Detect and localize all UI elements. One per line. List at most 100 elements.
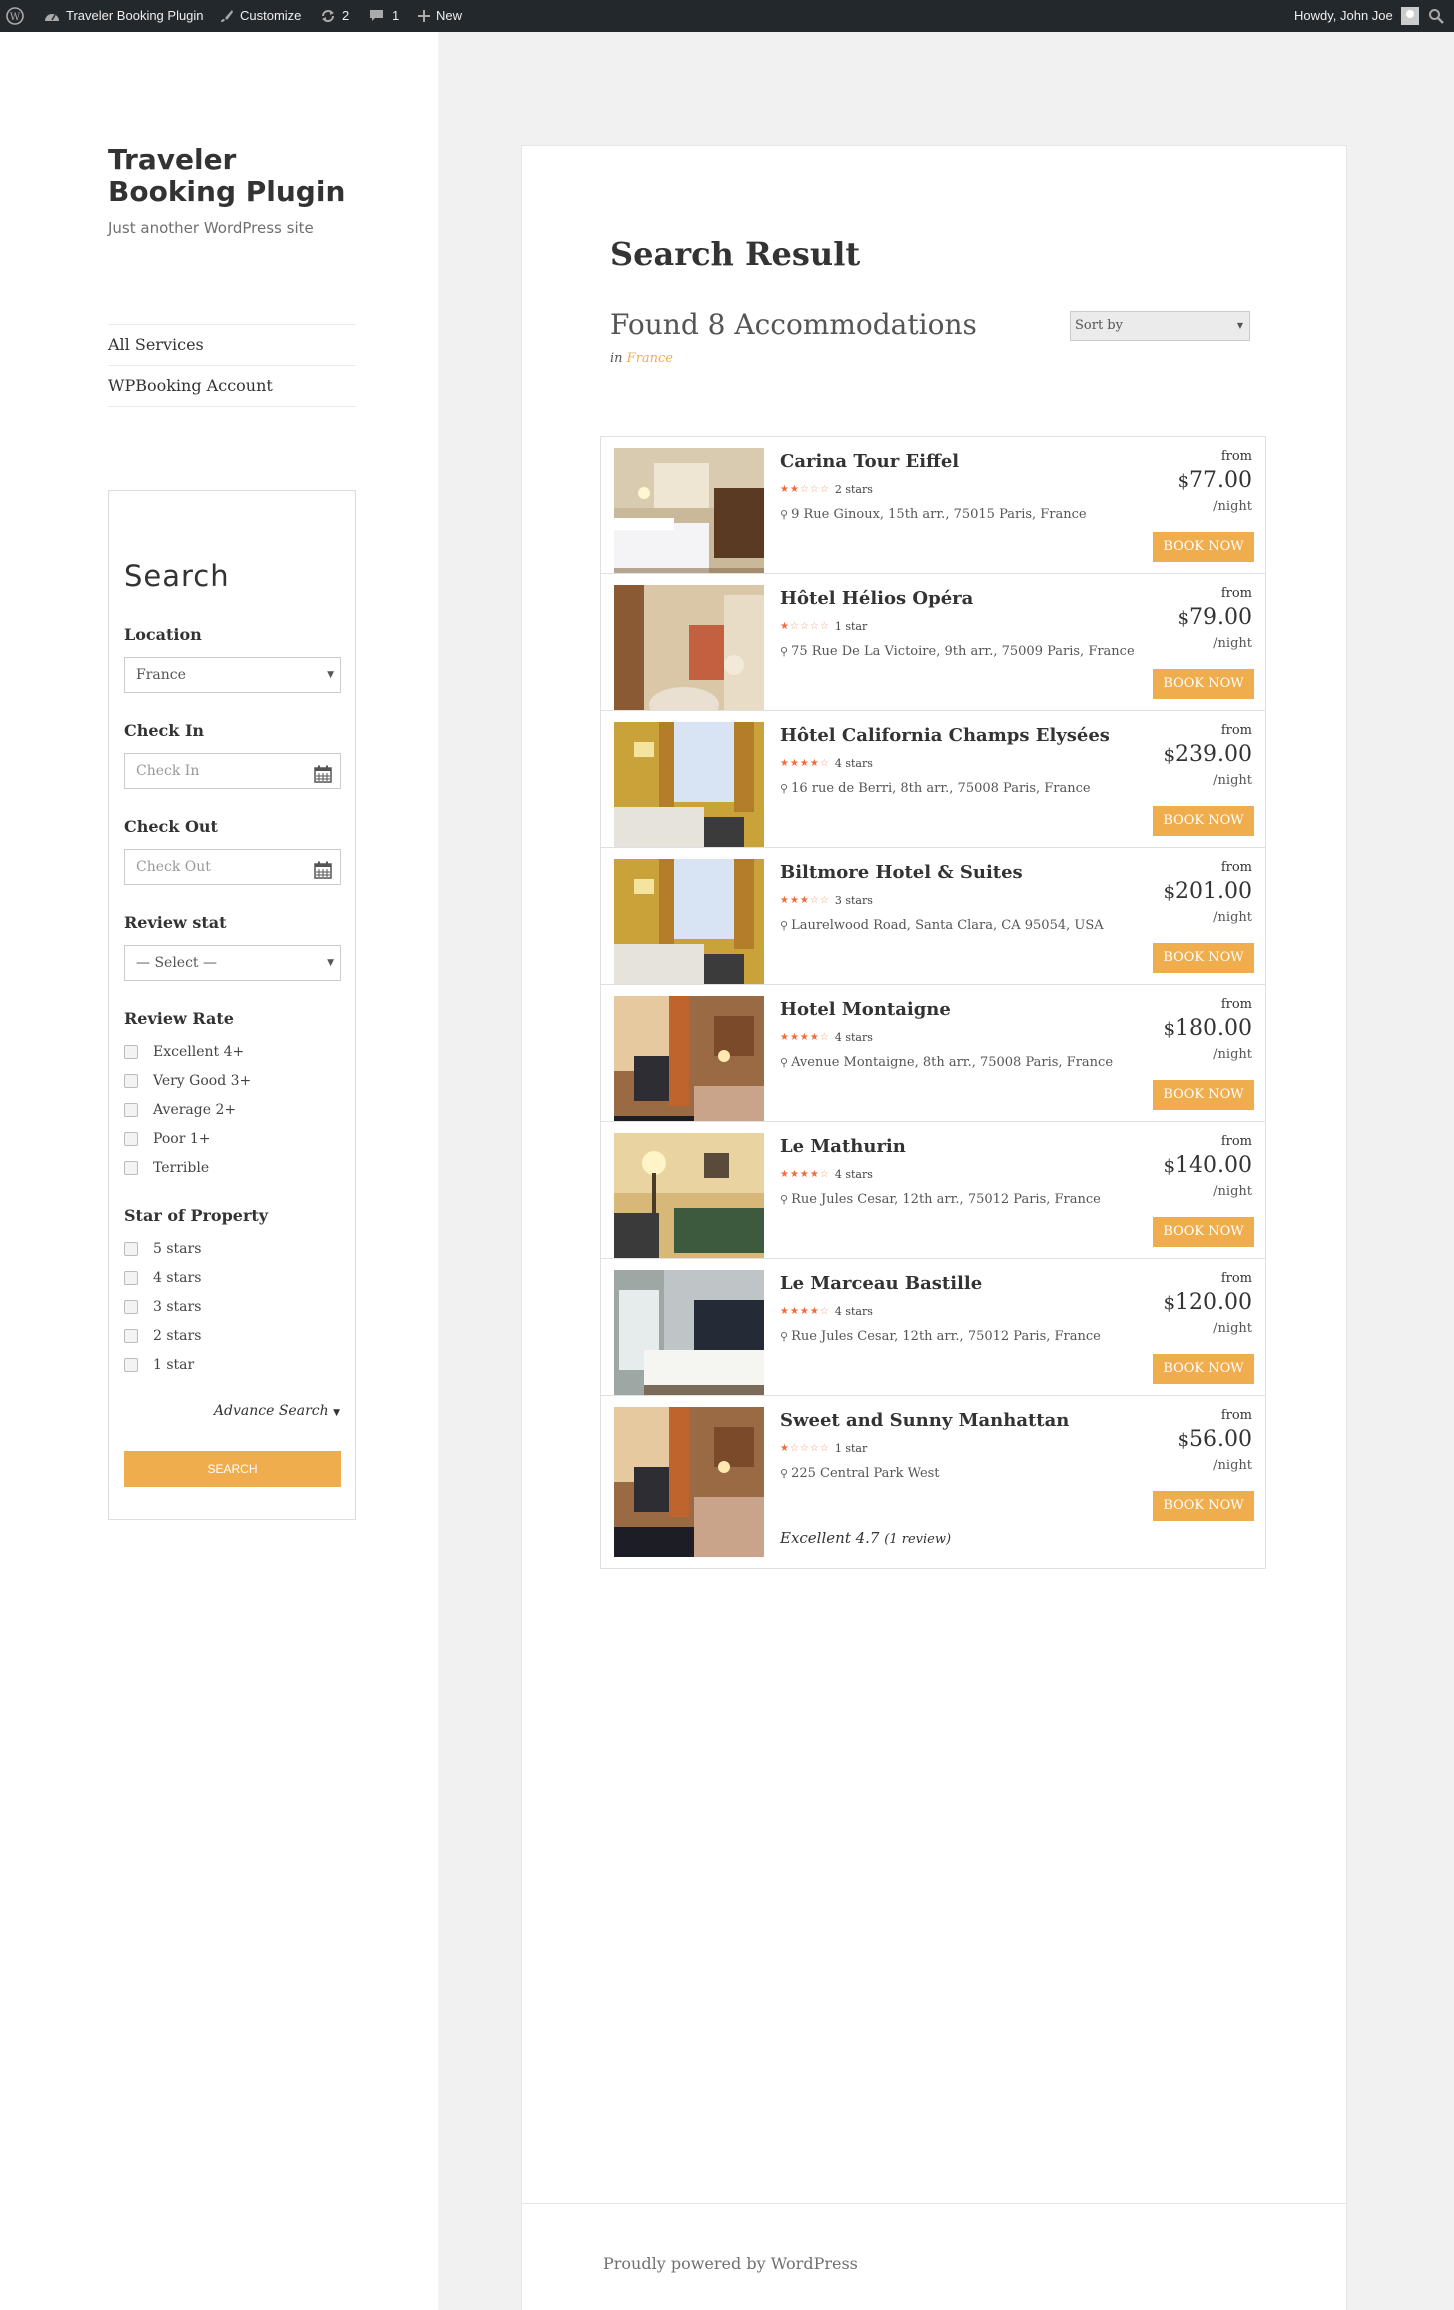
calendar-icon[interactable]: [314, 762, 332, 796]
map-marker-icon: ⚲: [780, 782, 789, 795]
price-from-label: from: [1220, 449, 1252, 464]
currency-symbol: $: [1163, 745, 1176, 766]
price-value: 56.00: [1189, 1427, 1252, 1452]
book-now-button[interactable]: BOOK NOW: [1153, 532, 1254, 562]
rating-stars-icon: ★★☆☆☆: [780, 484, 830, 495]
hotel-name[interactable]: Hôtel Hélios Opéra: [780, 588, 973, 609]
price-from-label: from: [1220, 1271, 1252, 1286]
checkbox[interactable]: [124, 1358, 138, 1372]
book-now-button[interactable]: BOOK NOW: [1153, 806, 1254, 836]
option-label: 4 stars: [153, 1270, 202, 1286]
address-text: Avenue Montaigne, 8th arr., 75008 Paris,…: [791, 1055, 1114, 1070]
hotel-price: $120.00: [1164, 1290, 1252, 1315]
hotel-name[interactable]: Hôtel California Champs Elysées: [780, 725, 1110, 746]
star-option[interactable]: 5 stars: [124, 1241, 201, 1257]
caret-down-icon: ▼: [333, 1408, 340, 1418]
nav-item-wpbooking-account[interactable]: WPBooking Account: [108, 366, 356, 407]
review-stat-select[interactable]: — Select — ▼: [124, 945, 341, 981]
book-now-button[interactable]: BOOK NOW: [1153, 1080, 1254, 1110]
updates-count: 2: [342, 8, 350, 23]
checkout-input[interactable]: Check Out: [124, 849, 341, 885]
hotel-thumbnail[interactable]: [614, 1407, 764, 1557]
hotel-rating: Excellent 4.7 (1 review): [780, 1529, 951, 1547]
rating-stars-icon: ★☆☆☆☆: [780, 621, 830, 632]
admin-account-menu[interactable]: Howdy, John Joe: [1294, 0, 1419, 32]
location-link[interactable]: France: [627, 351, 673, 366]
hotel-name[interactable]: Biltmore Hotel & Suites: [780, 862, 1023, 883]
map-marker-icon: ⚲: [780, 1330, 789, 1343]
address-text: 9 Rue Ginoux, 15th arr., 75015 Paris, Fr…: [791, 507, 1087, 522]
site-title[interactable]: Traveler Booking Plugin: [108, 144, 368, 208]
hotel-name[interactable]: Le Mathurin: [780, 1136, 906, 1157]
book-now-button[interactable]: BOOK NOW: [1153, 1354, 1254, 1384]
checkbox[interactable]: [124, 1329, 138, 1343]
book-now-button[interactable]: BOOK NOW: [1153, 1491, 1254, 1521]
map-marker-icon: ⚲: [780, 1467, 789, 1480]
review-rate-option[interactable]: Terrible: [124, 1160, 209, 1176]
checkbox[interactable]: [124, 1300, 138, 1314]
checkbox[interactable]: [124, 1045, 138, 1059]
price-value: 140.00: [1175, 1153, 1252, 1178]
price-from-label: from: [1220, 860, 1252, 875]
checkout-placeholder: Check Out: [136, 859, 211, 875]
per-night-label: /night: [1213, 1321, 1252, 1336]
stars-label: 3 stars: [834, 894, 873, 907]
address-text: Rue Jules Cesar, 12th arr., 75012 Paris,…: [791, 1192, 1101, 1207]
sort-by-select[interactable]: Sort by ▼: [1070, 311, 1250, 341]
wordpress-logo-icon[interactable]: W: [6, 0, 24, 32]
hotel-stars: ★★★★☆ 4 stars: [780, 1031, 873, 1044]
per-night-label: /night: [1213, 499, 1252, 514]
book-now-button[interactable]: BOOK NOW: [1153, 943, 1254, 973]
checkbox[interactable]: [124, 1271, 138, 1285]
hotel-name[interactable]: Le Marceau Bastille: [780, 1273, 982, 1294]
stars-label: 2 stars: [834, 483, 873, 496]
hotel-stars: ★★★☆☆ 3 stars: [780, 894, 873, 907]
checkbox[interactable]: [124, 1074, 138, 1088]
admin-search-icon[interactable]: [1428, 0, 1444, 32]
search-button[interactable]: SEARCH: [124, 1451, 341, 1487]
price-value: 120.00: [1175, 1290, 1252, 1315]
checkbox[interactable]: [124, 1103, 138, 1117]
admin-new-link[interactable]: New: [418, 0, 462, 32]
hotel-name[interactable]: Hotel Montaigne: [780, 999, 951, 1020]
admin-updates-link[interactable]: 2: [320, 0, 349, 32]
address-text: Laurelwood Road, Santa Clara, CA 95054, …: [791, 918, 1104, 933]
review-rate-option[interactable]: Very Good 3+: [124, 1073, 251, 1089]
hotel-stars: ★☆☆☆☆ 1 star: [780, 620, 867, 633]
page-title: Search Result: [610, 235, 861, 273]
book-now-button[interactable]: BOOK NOW: [1153, 1217, 1254, 1247]
results-location: in France: [610, 351, 673, 366]
calendar-icon[interactable]: [314, 858, 332, 892]
rating-stars-icon: ★★★☆☆: [780, 895, 830, 906]
hotel-name[interactable]: Sweet and Sunny Manhattan: [780, 1410, 1069, 1431]
checkbox[interactable]: [124, 1161, 138, 1175]
advance-search-toggle[interactable]: Advance Search ▼: [214, 1403, 340, 1419]
review-rate-option[interactable]: Poor 1+: [124, 1131, 211, 1147]
rating-stars-icon: ★★★★☆: [780, 1169, 830, 1180]
rating-stars-icon: ★★★★☆: [780, 1032, 830, 1043]
location-select[interactable]: France ▼: [124, 657, 341, 693]
star-of-property-label: Star of Property: [124, 1206, 269, 1225]
star-option[interactable]: 3 stars: [124, 1299, 201, 1315]
review-rate-option[interactable]: Excellent 4+: [124, 1044, 244, 1060]
hotel-stars: ★★☆☆☆ 2 stars: [780, 483, 873, 496]
admin-comments-link[interactable]: 1: [369, 0, 399, 32]
review-rate-option[interactable]: Average 2+: [124, 1102, 236, 1118]
checkin-input[interactable]: Check In: [124, 753, 341, 789]
book-now-button[interactable]: BOOK NOW: [1153, 669, 1254, 699]
nav-item-all-services[interactable]: All Services: [108, 325, 356, 366]
checkbox[interactable]: [124, 1132, 138, 1146]
admin-customize-link[interactable]: Customize: [220, 0, 301, 32]
price-from-label: from: [1220, 723, 1252, 738]
admin-site-link[interactable]: Traveler Booking Plugin: [44, 0, 204, 32]
hotel-price: $201.00: [1164, 879, 1252, 904]
hotel-name[interactable]: Carina Tour Eiffel: [780, 451, 959, 472]
review-count: (1 review): [884, 1532, 952, 1547]
star-option[interactable]: 1 star: [124, 1357, 194, 1373]
stars-label: 4 stars: [834, 1168, 873, 1181]
footer-credit[interactable]: Proudly powered by WordPress: [603, 2254, 858, 2273]
star-option[interactable]: 2 stars: [124, 1328, 201, 1344]
star-option[interactable]: 4 stars: [124, 1270, 201, 1286]
checkbox[interactable]: [124, 1242, 138, 1256]
address-text: 225 Central Park West: [791, 1466, 940, 1481]
